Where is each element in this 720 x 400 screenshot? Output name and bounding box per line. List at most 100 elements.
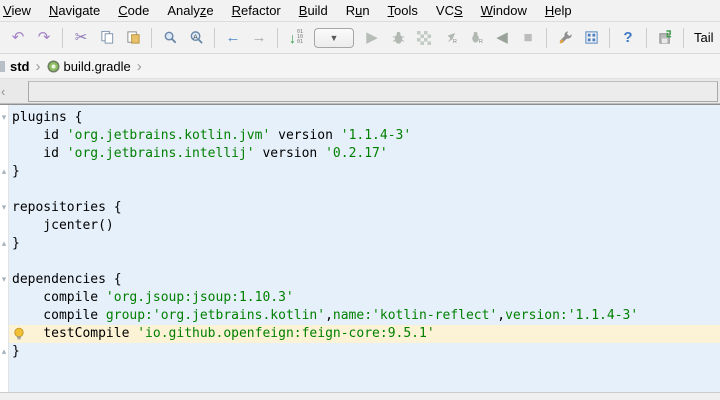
- breadcrumb-file[interactable]: build.gradle: [45, 59, 133, 74]
- code-token: compile: [12, 308, 106, 323]
- code-token: compile: [12, 290, 106, 305]
- menu-item-view[interactable]: View: [0, 1, 40, 21]
- clipped-project-icon: [0, 60, 5, 72]
- caret-line: testCompile 'io.github.openfeign:feign-c…: [9, 325, 720, 343]
- menu-item-tools[interactable]: Tools: [379, 1, 427, 21]
- string-token: 'org.jetbrains.intellij': [66, 146, 255, 161]
- menu-item-code[interactable]: Code: [109, 1, 158, 21]
- gutter-row: [0, 289, 8, 307]
- code-line: }: [9, 163, 720, 181]
- gutter-row: [0, 253, 8, 271]
- update-project-icon[interactable]: ↓ 01 10 01: [284, 26, 308, 50]
- menu-item-window[interactable]: Window: [472, 1, 536, 21]
- menu-item-refactor[interactable]: Refactor: [223, 1, 290, 21]
- code-token: plugins {: [12, 110, 83, 125]
- string-token: '1.1.4-3': [567, 308, 639, 323]
- code-editor[interactable]: ▾ ▴ ▾ ▴ ▾ ▴ plugins { id 'org.jetbrains.kotli…: [0, 104, 720, 392]
- navigation-bar: std › build.gradle ›: [0, 54, 720, 79]
- code-area[interactable]: plugins { id 'org.jetbrains.kotlin.jvm' …: [9, 105, 720, 392]
- menu-item-analyze[interactable]: Analyze: [158, 1, 222, 21]
- help-icon[interactable]: ?: [616, 26, 640, 50]
- code-token: }: [12, 344, 20, 359]
- chevron-right-icon: ›: [35, 57, 41, 75]
- project-structure-icon[interactable]: [579, 26, 603, 50]
- code-token: id: [12, 128, 67, 143]
- debug-icon[interactable]: [386, 26, 410, 50]
- code-token: version: [270, 128, 341, 143]
- code-line: compile 'org.jsoup:jsoup:1.10.3': [9, 289, 720, 307]
- tab-strip-panel: ‹: [0, 79, 720, 104]
- fold-marker-icon[interactable]: ▴: [0, 343, 8, 361]
- code-line: plugins {: [9, 109, 720, 127]
- string-token: 'org.jsoup:jsoup:1.10.3': [105, 290, 294, 305]
- find-icon[interactable]: [158, 26, 182, 50]
- code-line: compile group:'org.jetbrains.kotlin',nam…: [9, 307, 720, 325]
- scroll-left-icon[interactable]: ‹: [0, 84, 28, 99]
- string-token: '1.1.4-3': [340, 128, 412, 143]
- stop-icon[interactable]: ■: [516, 26, 540, 50]
- paste-icon[interactable]: [121, 26, 145, 50]
- code-line: dependencies {: [9, 271, 720, 289]
- code-token: jcenter(): [12, 218, 114, 233]
- toolbar-separator: [151, 27, 152, 48]
- toolbar-separator: [546, 27, 547, 48]
- gutter-row: [0, 127, 8, 145]
- gutter-row: [0, 217, 8, 235]
- profile-icon[interactable]: R: [438, 26, 462, 50]
- string-token: 'org.jetbrains.kotlin.jvm': [66, 128, 271, 143]
- back-icon[interactable]: ←: [221, 26, 245, 50]
- toolbar-separator: [62, 27, 63, 48]
- menu-bar: View Navigate Code Analyze Refactor Build Run T…: [0, 0, 720, 22]
- menu-item-build[interactable]: Build: [290, 1, 337, 21]
- code-line: jcenter(): [9, 217, 720, 235]
- redo-icon[interactable]: ↷: [32, 26, 56, 50]
- menu-item-help[interactable]: Help: [536, 1, 581, 21]
- map-key-token: version:: [505, 308, 568, 323]
- code-token: ,: [325, 308, 333, 323]
- code-line: id 'org.jetbrains.intellij' version '0.2…: [9, 145, 720, 163]
- attach-profiler-icon[interactable]: R: [464, 26, 488, 50]
- code-token: version: [254, 146, 326, 161]
- rerun-icon[interactable]: ◀: [490, 26, 514, 50]
- menu-item-run[interactable]: Run: [337, 1, 379, 21]
- fold-marker-icon[interactable]: ▴: [0, 235, 8, 253]
- forward-icon[interactable]: →: [247, 26, 271, 50]
- menu-item-navigate[interactable]: Navigate: [40, 1, 109, 21]
- breadcrumb-file-label: build.gradle: [63, 58, 131, 74]
- intention-bulb-icon[interactable]: [12, 327, 26, 341]
- fold-marker-icon[interactable]: ▾: [0, 199, 8, 217]
- toolbar-separator: [683, 27, 684, 48]
- svg-text:R: R: [452, 39, 456, 45]
- settings-icon[interactable]: [553, 26, 577, 50]
- save-tail-icon[interactable]: [653, 26, 677, 50]
- run-with-coverage-icon[interactable]: [412, 26, 436, 50]
- map-key-token: name:: [332, 308, 373, 323]
- replace-icon[interactable]: A: [184, 26, 208, 50]
- tail-label: Tail: [694, 30, 714, 45]
- run-icon[interactable]: ▶: [360, 26, 384, 50]
- cut-icon[interactable]: ✂: [69, 26, 93, 50]
- breadcrumb-module[interactable]: std: [8, 59, 32, 74]
- code-line: repositories {: [9, 199, 720, 217]
- copy-icon[interactable]: [95, 26, 119, 50]
- empty-panel: [28, 80, 718, 102]
- main-toolbar: ↶ ↷ ✂ A ← → ↓ 01 10 01 ▼ ▶ R R ◀ ■? Tail: [0, 22, 720, 54]
- ide-window: View Navigate Code Analyze Refactor Build Run T…: [0, 0, 720, 400]
- editor-gutter[interactable]: ▾ ▴ ▾ ▴ ▾ ▴: [0, 105, 9, 392]
- code-line: id 'org.jetbrains.kotlin.jvm' version '1…: [9, 127, 720, 145]
- code-token: }: [12, 236, 20, 251]
- fold-marker-icon[interactable]: ▾: [0, 109, 8, 127]
- run-configurations-dropdown[interactable]: ▼: [314, 27, 354, 48]
- menu-item-vcs[interactable]: VCS: [427, 1, 472, 21]
- undo-icon[interactable]: ↶: [6, 26, 30, 50]
- gutter-row: [0, 307, 8, 325]
- string-token: 'io.github.openfeign:feign-core:9.5.1': [137, 326, 435, 341]
- fold-marker-icon[interactable]: ▴: [0, 163, 8, 181]
- code-token: }: [12, 164, 20, 179]
- fold-marker-icon[interactable]: ▾: [0, 271, 8, 289]
- gutter-row: [0, 145, 8, 163]
- gradle-file-icon: [47, 60, 60, 73]
- code-token: id: [12, 146, 67, 161]
- code-line: }: [9, 343, 720, 361]
- gutter-row: [0, 325, 8, 343]
